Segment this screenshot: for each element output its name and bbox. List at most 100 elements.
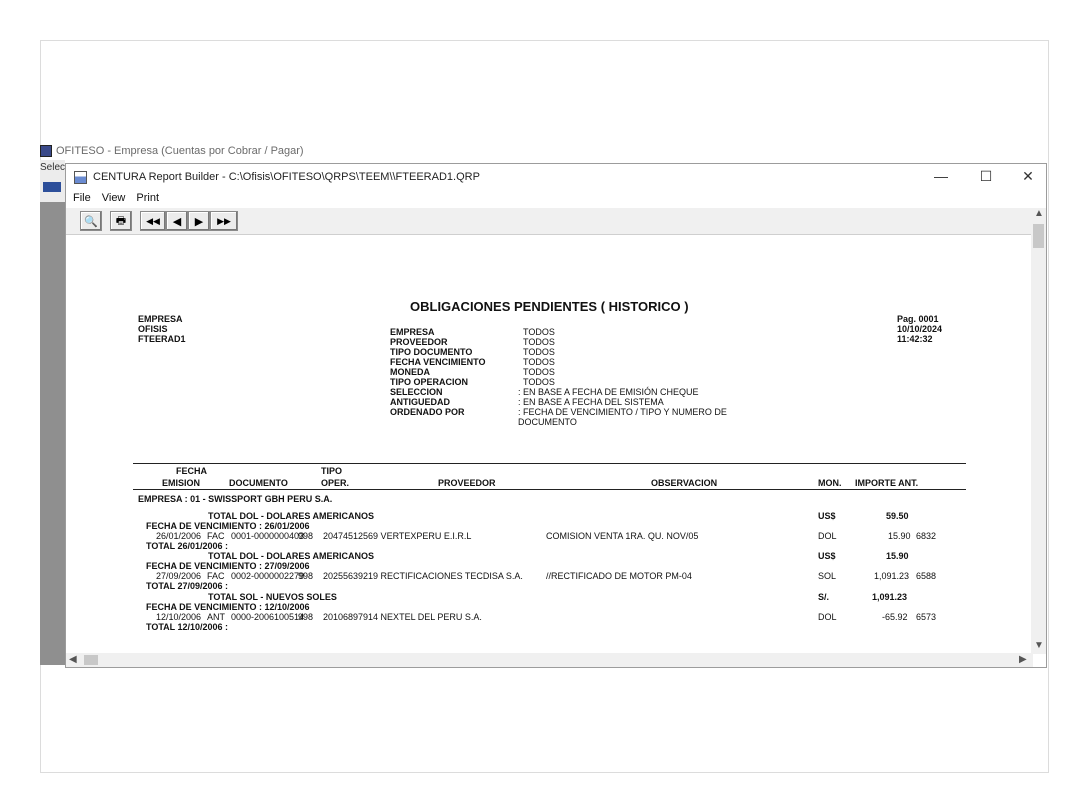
row-oper: 998 (298, 571, 314, 581)
background-window-title-text: OFITESO - Empresa (Cuentas por Cobrar / … (56, 145, 304, 157)
column-oper: OPER. (321, 478, 350, 488)
column-proveedor: PROVEEDOR (438, 478, 496, 488)
row-proveedor: 20474512569 VERTEXPERU E.I.R.L (323, 531, 472, 541)
report-title: OBLIGACIONES PENDIENTES ( HISTORICO ) (410, 299, 689, 314)
row-mon: DOL (818, 531, 837, 541)
currency-total-label: TOTAL DOL - DOLARES AMERICANOS (208, 511, 375, 521)
report-preview: EMPRESA OFISIS FTEERAD1 OBLIGACIONES PEN… (66, 235, 1033, 653)
row-emision: 26/01/2006 (156, 531, 202, 541)
scroll-down-icon[interactable]: ▼ (1034, 640, 1044, 651)
currency-total-mon: S/. (818, 592, 830, 602)
column-importe-ant: IMPORTE ANT. (855, 478, 919, 488)
header-ofisis: OFISIS (138, 324, 168, 334)
filter-value: TODOS (523, 377, 555, 387)
header-empresa: EMPRESA (138, 314, 183, 324)
background-toolbar-button[interactable] (43, 182, 61, 192)
row-emision: 12/10/2006 (156, 612, 202, 622)
filter-value: TODOS (523, 367, 555, 377)
filter-value: : FECHA DE VENCIMIENTO / TIPO Y NUMERO D… (518, 407, 727, 417)
last-page-icon[interactable]: ▶▶ (210, 211, 238, 231)
page-number: Pag. 0001 (897, 314, 939, 324)
vencimiento-line: FECHA DE VENCIMIENTO : 27/09/2006 (146, 561, 310, 571)
toolbar: 🔍 🖶 ◀◀ ◀ ▶ ▶▶ (66, 208, 1033, 235)
report-time: 11:42:32 (897, 334, 933, 344)
filter-label: ANTIGUEDAD (390, 397, 450, 407)
row-observacion: //RECTIFICADO DE MOTOR PM-04 (546, 571, 692, 581)
header-report-id: FTEERAD1 (138, 334, 186, 344)
row-ant: 6588 (916, 571, 937, 581)
row-documento: 0000-2006100514 (231, 612, 305, 622)
row-importe: -65.92 (882, 612, 908, 622)
filter-value-continued: DOCUMENTO (518, 417, 577, 427)
report-builder-window: CENTURA Report Builder - C:\Ofisis\OFITE… (65, 163, 1047, 668)
prev-page-icon[interactable]: ◀ (166, 211, 188, 231)
horizontal-scrollbar[interactable]: ◀ ▶ (66, 653, 1033, 667)
filter-label: TIPO OPERACION (390, 377, 469, 387)
column-fecha: FECHA (176, 466, 207, 476)
empresa-line: EMPRESA : 01 - SWISSPORT GBH PERU S.A. (138, 494, 333, 504)
vencimiento-line: FECHA DE VENCIMIENTO : 12/10/2006 (146, 602, 310, 612)
preview-icon[interactable]: 🔍 (80, 211, 102, 231)
row-ant: 6573 (916, 612, 937, 622)
row-mon: DOL (818, 612, 837, 622)
scroll-left-icon[interactable]: ◀ (69, 654, 77, 665)
column-emision: EMISION (162, 478, 201, 488)
row-oper: 998 (298, 531, 314, 541)
date-total: TOTAL 12/10/2006 : (146, 622, 229, 632)
column-documento: DOCUMENTO (229, 478, 288, 488)
currency-total-amount: 1,091.23 (872, 592, 908, 602)
row-importe: 1,091.23 (874, 571, 910, 581)
row-tipo: FAC (207, 531, 225, 541)
currency-total-mon: US$ (818, 551, 836, 561)
report-builder-icon (74, 170, 87, 184)
scroll-right-icon[interactable]: ▶ (1019, 654, 1027, 665)
filter-value: TODOS (523, 347, 555, 357)
filter-label: TIPO DOCUMENTO (390, 347, 473, 357)
horizontal-scroll-thumb[interactable] (84, 655, 98, 665)
filter-value: TODOS (523, 357, 555, 367)
vertical-scroll-thumb[interactable] (1033, 224, 1044, 248)
date-total: TOTAL 27/09/2006 : (146, 581, 229, 591)
row-emision: 27/09/2006 (156, 571, 202, 581)
filter-label: PROVEEDOR (390, 337, 448, 347)
filter-label: SELECCION (390, 387, 443, 397)
minimize-button[interactable]: — (926, 168, 956, 184)
currency-total-label: TOTAL DOL - DOLARES AMERICANOS (208, 551, 375, 561)
title-bar[interactable]: CENTURA Report Builder - C:\Ofisis\OFITE… (66, 164, 1046, 190)
vertical-scrollbar[interactable]: ▲ ▼ (1031, 208, 1046, 654)
row-oper: 998 (298, 612, 314, 622)
background-window-title: OFITESO - Empresa (Cuentas por Cobrar / … (40, 143, 304, 159)
window-title: CENTURA Report Builder - C:\Ofisis\OFITE… (93, 171, 480, 183)
close-button[interactable]: ✕ (1013, 168, 1043, 185)
row-documento: 0002-0000002279 (231, 571, 305, 581)
first-page-icon[interactable]: ◀◀ (140, 211, 166, 231)
maximize-button[interactable]: ☐ (971, 168, 1001, 185)
background-menu-fragment[interactable]: Selec (40, 162, 65, 173)
row-tipo: ANT (207, 612, 225, 622)
column-tipo: TIPO (321, 466, 343, 476)
filter-label: FECHA VENCIMIENTO (390, 357, 486, 367)
row-importe: 15.90 (888, 531, 911, 541)
currency-total-mon: US$ (818, 511, 836, 521)
row-tipo: FAC (207, 571, 225, 581)
currency-total-amount: 59.50 (886, 511, 909, 521)
print-icon[interactable]: 🖶 (110, 211, 132, 231)
column-header-top-rule (133, 463, 966, 464)
filter-label: EMPRESA (390, 327, 435, 337)
filter-value: : EN BASE A FECHA DEL SISTEMA (518, 397, 664, 407)
report-date: 10/10/2024 (897, 324, 943, 334)
row-proveedor: 20255639219 RECTIFICACIONES TECDISA S.A. (323, 571, 523, 581)
currency-total-amount: 15.90 (886, 551, 909, 561)
filter-label: MONEDA (390, 367, 430, 377)
row-mon: SOL (818, 571, 837, 581)
app-icon (40, 145, 52, 157)
row-observacion: COMISION VENTA 1RA. QU. NOV/05 (546, 531, 699, 541)
scroll-up-icon[interactable]: ▲ (1034, 208, 1044, 219)
background-window-panel: Selec (40, 160, 65, 665)
column-observacion: OBSERVACION (651, 478, 718, 488)
row-proveedor: 20106897914 NEXTEL DEL PERU S.A. (323, 612, 482, 622)
filter-value: TODOS (523, 327, 555, 337)
column-header-bottom-rule (133, 489, 966, 490)
next-page-icon[interactable]: ▶ (188, 211, 210, 231)
row-documento: 0001-0000000403 (231, 531, 305, 541)
